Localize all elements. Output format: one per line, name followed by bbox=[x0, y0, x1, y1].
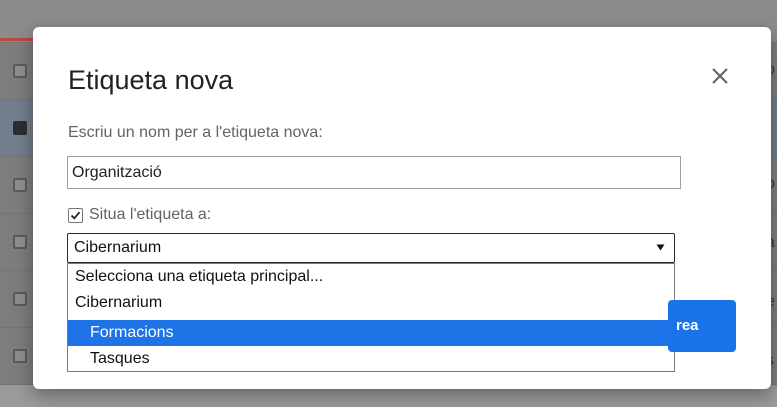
option-formacions[interactable]: Formacions bbox=[68, 320, 674, 346]
close-icon bbox=[712, 68, 728, 84]
option-cibernarium[interactable]: Cibernarium bbox=[68, 290, 674, 316]
checkmark-icon bbox=[70, 211, 81, 220]
nest-label-checkbox[interactable] bbox=[68, 207, 83, 223]
option-tasques[interactable]: Tasques bbox=[68, 346, 674, 372]
label-name-input[interactable] bbox=[67, 156, 681, 189]
parent-label-options-list: Selecciona una etiqueta principal... Cib… bbox=[67, 263, 675, 372]
background-checkbox bbox=[13, 292, 27, 306]
background-checkbox bbox=[13, 121, 27, 135]
dialog-title: Etiqueta nova bbox=[68, 65, 234, 95]
nest-label-row: Situa l'etiqueta a: bbox=[68, 204, 211, 226]
label-name-prompt: Escriu un nom per a l'etiqueta nova: bbox=[68, 124, 323, 141]
create-button-label: rea bbox=[676, 317, 699, 334]
parent-label-select[interactable]: Cibernarium bbox=[67, 233, 675, 263]
new-label-dialog: Etiqueta nova Escriu un nom per a l'etiq… bbox=[33, 27, 771, 389]
option-select-parent[interactable]: Selecciona una etiqueta principal... bbox=[68, 264, 674, 290]
background-checkbox bbox=[13, 349, 27, 363]
create-button[interactable]: rea bbox=[668, 300, 736, 352]
dropdown-arrow-icon bbox=[656, 244, 665, 251]
parent-label-selected-value: Cibernarium bbox=[74, 239, 162, 256]
background-checkbox bbox=[13, 64, 27, 78]
background-checkbox bbox=[13, 235, 27, 249]
nest-label-text: Situa l'etiqueta a: bbox=[89, 206, 212, 223]
close-button[interactable] bbox=[707, 63, 733, 89]
background-checkbox bbox=[13, 178, 27, 192]
